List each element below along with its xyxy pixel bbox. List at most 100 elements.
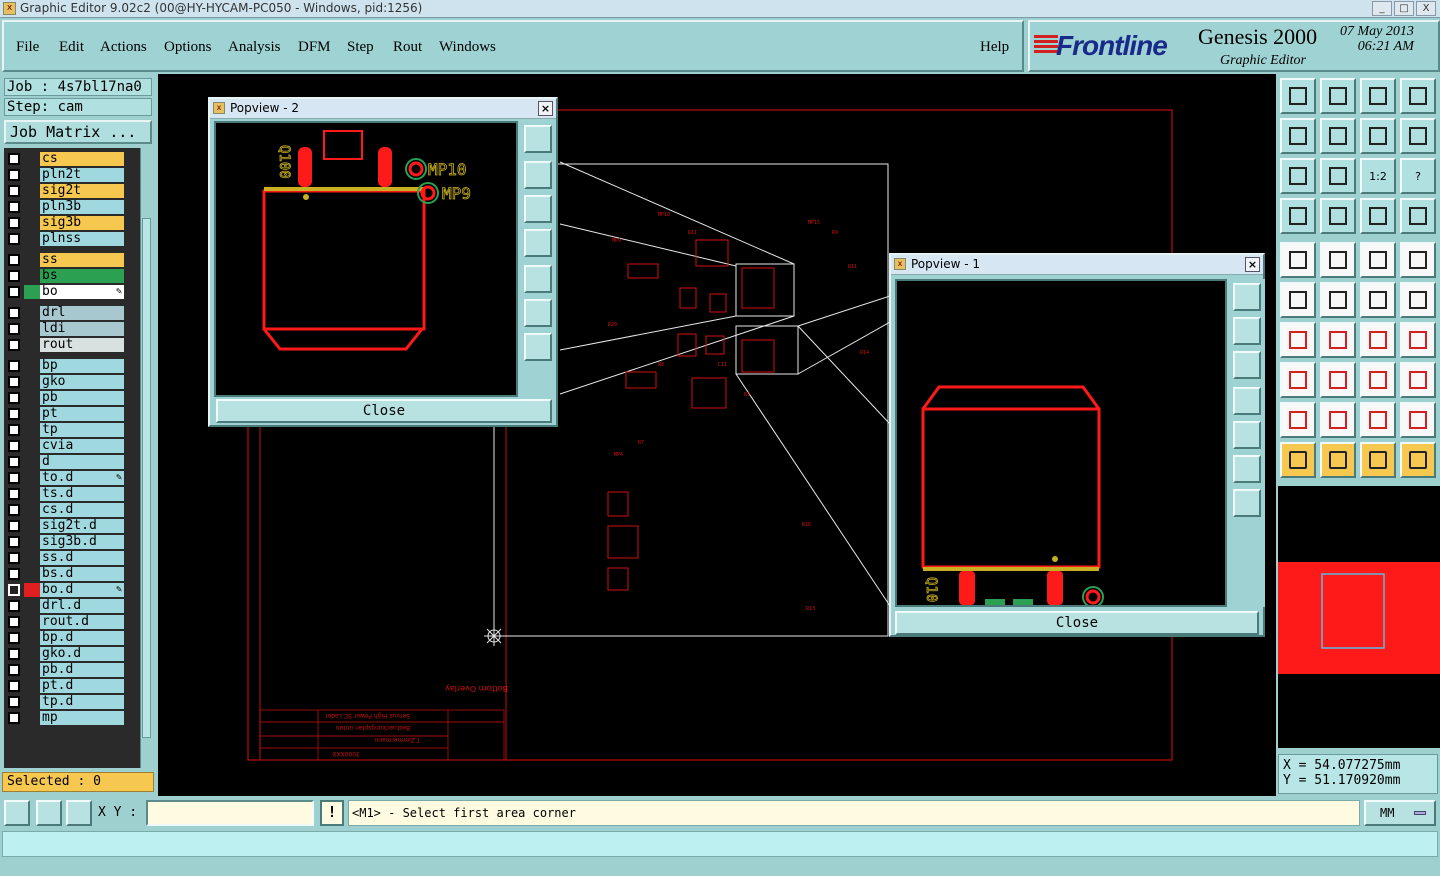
layer-color-swatch[interactable] bbox=[24, 487, 40, 501]
layer-checkbox[interactable] bbox=[8, 696, 20, 708]
popview-2-close-x[interactable]: × bbox=[538, 101, 553, 116]
layer-name[interactable]: pt.d bbox=[40, 679, 124, 693]
layer-checkbox[interactable] bbox=[8, 376, 20, 388]
layer-name[interactable]: tp.d bbox=[40, 695, 124, 709]
arc-icon[interactable] bbox=[1360, 322, 1396, 358]
layer-color-swatch[interactable] bbox=[24, 519, 40, 533]
layer-row-cs[interactable]: cs bbox=[6, 152, 126, 166]
layer-color-swatch[interactable] bbox=[24, 599, 40, 613]
layer-name[interactable]: gko.d bbox=[40, 647, 124, 661]
layer-checkbox[interactable] bbox=[8, 680, 20, 692]
layer-color-swatch[interactable] bbox=[24, 152, 40, 166]
layer-name[interactable]: cvia bbox=[40, 439, 124, 453]
layer-name[interactable]: drl.d bbox=[40, 599, 124, 613]
layer-name[interactable]: pln2t bbox=[40, 168, 124, 182]
popview-1-titlebar[interactable]: x Popview - 1 × bbox=[891, 255, 1263, 275]
menu-step[interactable]: Step bbox=[347, 39, 374, 56]
layer-checkbox[interactable] bbox=[8, 233, 20, 245]
layer-checkbox[interactable] bbox=[8, 254, 20, 266]
connect-2-icon[interactable] bbox=[1400, 282, 1436, 318]
triangle-3-icon[interactable] bbox=[1360, 402, 1396, 438]
layer-checkbox[interactable] bbox=[8, 360, 20, 372]
layer-row-pt-d[interactable]: pt.d bbox=[6, 679, 126, 693]
layer-name[interactable]: bo.d ✎ bbox=[40, 583, 124, 597]
layer-row-to-d[interactable]: to.d ✎ bbox=[6, 471, 126, 485]
layer-row-rout-d[interactable]: rout.d bbox=[6, 615, 126, 629]
layer-row-rout[interactable]: rout bbox=[6, 338, 126, 352]
layer-checkbox[interactable] bbox=[8, 286, 20, 298]
layer-name[interactable]: rout.d bbox=[40, 615, 124, 629]
triangle-4-icon[interactable] bbox=[1400, 402, 1436, 438]
tools-icon[interactable] bbox=[1280, 198, 1316, 234]
layer-row-ss[interactable]: ss bbox=[6, 253, 126, 267]
zoom-home-icon[interactable] bbox=[1233, 283, 1261, 311]
layer-toggle-icon[interactable] bbox=[1360, 198, 1396, 234]
layer-color-swatch[interactable] bbox=[24, 471, 40, 485]
layer-name[interactable]: sig2t.d bbox=[40, 519, 124, 533]
layer-name[interactable]: ts.d bbox=[40, 487, 124, 501]
layer-checkbox[interactable] bbox=[8, 169, 20, 181]
alert-button[interactable]: ! bbox=[320, 800, 344, 826]
layer-color-swatch[interactable] bbox=[24, 615, 40, 629]
layer-row-plnss[interactable]: plnss bbox=[6, 232, 126, 246]
layer-color-swatch[interactable] bbox=[24, 306, 40, 320]
menu-windows[interactable]: Windows bbox=[439, 39, 496, 56]
layer-color-swatch[interactable] bbox=[24, 423, 40, 437]
layer-checkbox[interactable] bbox=[8, 456, 20, 468]
menu-help[interactable]: Help bbox=[980, 39, 1009, 56]
layer-name[interactable]: tp bbox=[40, 423, 124, 437]
layer-color-swatch[interactable] bbox=[24, 322, 40, 336]
layer-name[interactable]: ss.d bbox=[40, 551, 124, 565]
triangle-icon[interactable] bbox=[1280, 402, 1316, 438]
layer-row-sig3b-d[interactable]: sig3b.d bbox=[6, 535, 126, 549]
cross-icon[interactable] bbox=[1320, 282, 1356, 318]
menu-rout[interactable]: Rout bbox=[393, 39, 422, 56]
menu-dfm[interactable]: DFM bbox=[298, 39, 331, 56]
minimize-button[interactable]: _ bbox=[1372, 1, 1392, 16]
units-selector[interactable]: MM bbox=[1364, 800, 1436, 826]
group-icon[interactable] bbox=[1400, 362, 1436, 398]
layer-color-swatch[interactable] bbox=[24, 391, 40, 405]
layer-name[interactable]: bp bbox=[40, 359, 124, 373]
layer-row-drl[interactable]: drl bbox=[6, 306, 126, 320]
measure-icon[interactable] bbox=[1320, 242, 1356, 278]
pan-down-icon[interactable] bbox=[1233, 351, 1261, 379]
fit-icon[interactable] bbox=[1280, 158, 1316, 194]
help-icon[interactable]: ? bbox=[1400, 158, 1436, 194]
layer-checkbox[interactable] bbox=[8, 153, 20, 165]
layer-color-swatch[interactable] bbox=[24, 359, 40, 373]
layer-row-ldi[interactable]: ldi bbox=[6, 322, 126, 336]
layer-color-swatch[interactable] bbox=[24, 216, 40, 230]
save-icon[interactable] bbox=[1320, 78, 1356, 114]
layer-color-swatch[interactable] bbox=[24, 711, 40, 725]
layer-checkbox[interactable] bbox=[8, 648, 20, 660]
grid-icon[interactable] bbox=[1320, 198, 1356, 234]
pan-left-icon[interactable] bbox=[524, 229, 552, 257]
layer-row-bs[interactable]: bs bbox=[6, 269, 126, 283]
layer-list-scrollbar[interactable] bbox=[140, 148, 152, 768]
layer-color-swatch[interactable] bbox=[24, 535, 40, 549]
line-icon[interactable] bbox=[1320, 322, 1356, 358]
route-icon[interactable] bbox=[1400, 442, 1436, 478]
net-icon[interactable] bbox=[1280, 282, 1316, 318]
layer-name[interactable]: pln3b bbox=[40, 200, 124, 214]
layer-name[interactable]: gko bbox=[40, 375, 124, 389]
layer-checkbox[interactable] bbox=[8, 616, 20, 628]
layer-checkbox[interactable] bbox=[8, 339, 20, 351]
layer-checkbox[interactable] bbox=[8, 307, 20, 319]
popview-2-titlebar[interactable]: x Popview - 2 × bbox=[210, 99, 556, 119]
layer-row-bs-d[interactable]: bs.d bbox=[6, 567, 126, 581]
layer-color-swatch[interactable] bbox=[24, 503, 40, 517]
layer-name[interactable]: bp.d bbox=[40, 631, 124, 645]
pointer-3-icon[interactable] bbox=[1360, 442, 1396, 478]
pan-right-icon[interactable] bbox=[524, 265, 552, 293]
layer-name[interactable]: bo ✎ bbox=[40, 285, 124, 299]
layer-color-swatch[interactable] bbox=[24, 439, 40, 453]
layer-row-pln3b[interactable]: pln3b bbox=[6, 200, 126, 214]
layer-row-drl-d[interactable]: drl.d bbox=[6, 599, 126, 613]
split-view-icon[interactable] bbox=[1400, 78, 1436, 114]
layer-color-swatch[interactable] bbox=[24, 253, 40, 267]
layer-color-swatch[interactable] bbox=[24, 232, 40, 246]
layer-name[interactable]: sig3b bbox=[40, 216, 124, 230]
layer-name[interactable]: ss bbox=[40, 253, 124, 267]
